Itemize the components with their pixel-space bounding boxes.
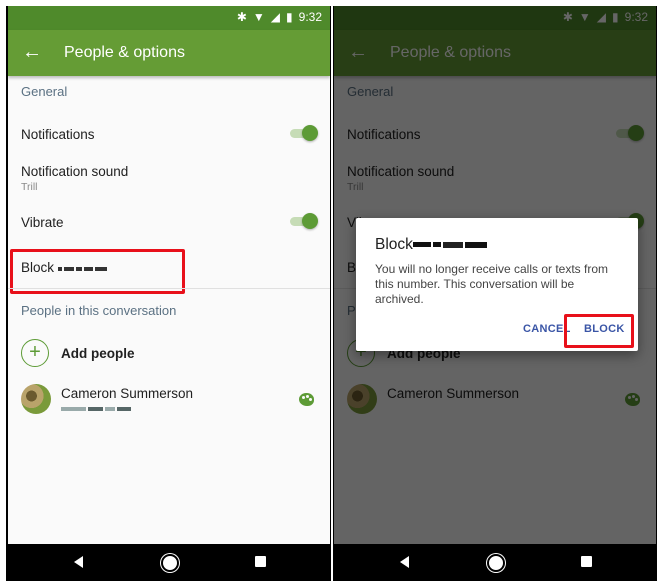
section-general-label: General (21, 84, 68, 99)
nav-bar (8, 544, 330, 581)
notifications-toggle[interactable] (288, 125, 318, 141)
arrow-back-icon[interactable]: ← (22, 42, 42, 62)
battery-icon: ▮ (286, 10, 293, 24)
divider (8, 288, 330, 289)
redacted-number (412, 236, 489, 254)
back-icon[interactable] (400, 556, 409, 568)
add-people-label: Add people (61, 346, 135, 361)
vibrate-label: Vibrate (21, 215, 64, 230)
nav-bar (334, 544, 656, 581)
recents-icon[interactable] (581, 556, 592, 567)
contact-name: Cameron Summerson (61, 386, 194, 401)
wifi-icon: ▼ (252, 10, 265, 24)
block-dialog: Block You will no longer receive calls o… (356, 218, 638, 351)
home-icon[interactable] (487, 554, 505, 572)
app-bar: ← People & options (8, 30, 330, 76)
home-icon[interactable] (161, 554, 179, 572)
status-time: 9:32 (298, 10, 322, 24)
settings-screen: ✱ ▼ ◢ ▮ 9:32 ← People & options General … (8, 6, 330, 544)
phone-screen-settings: ✱ ▼ ◢ ▮ 9:32 ← People & options General … (6, 6, 331, 581)
settings-screen-dimmed: ✱ ▼ ◢ ▮ 9:32 ← People & options General … (334, 6, 656, 544)
palette-icon[interactable] (299, 393, 314, 406)
avatar (21, 384, 51, 414)
dialog-title: Block (375, 236, 489, 254)
signal-icon: ◢ (270, 10, 281, 24)
phone-screen-dialog: ✱ ▼ ◢ ▮ 9:32 ← People & options General … (333, 6, 657, 581)
back-icon[interactable] (74, 556, 83, 568)
highlight-box (564, 314, 634, 348)
vibrate-toggle[interactable] (288, 213, 318, 229)
notification-sound-value: Trill (21, 181, 38, 193)
dialog-message: You will no longer receive calls or text… (375, 262, 608, 306)
dialog-title-text: Block (375, 236, 413, 254)
notifications-label: Notifications (21, 127, 95, 142)
bluetooth-icon: ✱ (236, 10, 247, 24)
section-people-label: People in this conversation (21, 303, 177, 318)
notification-sound-label: Notification sound (21, 164, 129, 179)
status-bar: ✱ ▼ ◢ ▮ 9:32 (8, 6, 330, 30)
recents-icon[interactable] (255, 556, 266, 567)
page-title: People & options (64, 44, 185, 61)
add-icon: + (21, 339, 49, 367)
contact-number-redacted (61, 403, 133, 415)
